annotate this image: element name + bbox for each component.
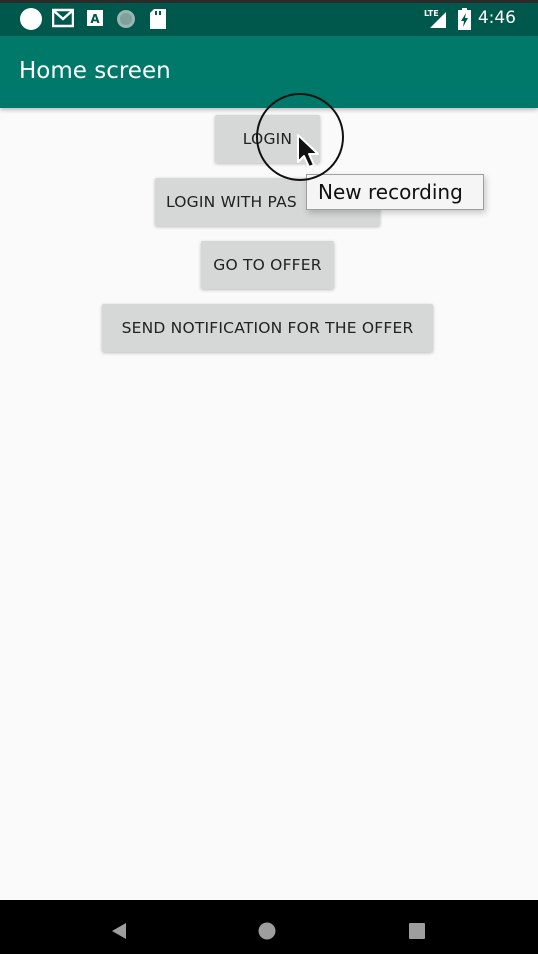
nav-bar bbox=[0, 900, 538, 954]
mouse-cursor-icon bbox=[296, 134, 322, 174]
recents-icon[interactable] bbox=[402, 900, 432, 954]
battery-charging-icon bbox=[458, 8, 471, 34]
lte-signal-icon: LTE bbox=[424, 8, 448, 34]
tooltip: New recording bbox=[306, 174, 484, 210]
svg-text:LTE: LTE bbox=[424, 9, 439, 18]
svg-text:A: A bbox=[90, 12, 100, 26]
sd-card-icon bbox=[150, 9, 166, 33]
page-title: Home screen bbox=[19, 58, 171, 84]
send-notification-button[interactable]: SEND NOTIFICATION FOR THE OFFER bbox=[102, 304, 433, 352]
back-icon[interactable] bbox=[104, 900, 134, 954]
status-bar-edge bbox=[0, 0, 538, 3]
globe-icon bbox=[116, 9, 136, 33]
home-icon[interactable] bbox=[252, 900, 282, 954]
app-bar: Home screen bbox=[0, 36, 538, 108]
screen: A LTE 4:46 Home screen LOGIN LOGIN WITH … bbox=[0, 0, 538, 954]
status-bar: A LTE 4:46 bbox=[0, 0, 538, 36]
circle-icon bbox=[20, 8, 42, 34]
gmail-icon bbox=[51, 8, 75, 32]
font-a-icon: A bbox=[87, 10, 103, 30]
go-to-offer-button[interactable]: GO TO OFFER bbox=[201, 241, 334, 289]
status-time: 4:46 bbox=[477, 8, 516, 28]
